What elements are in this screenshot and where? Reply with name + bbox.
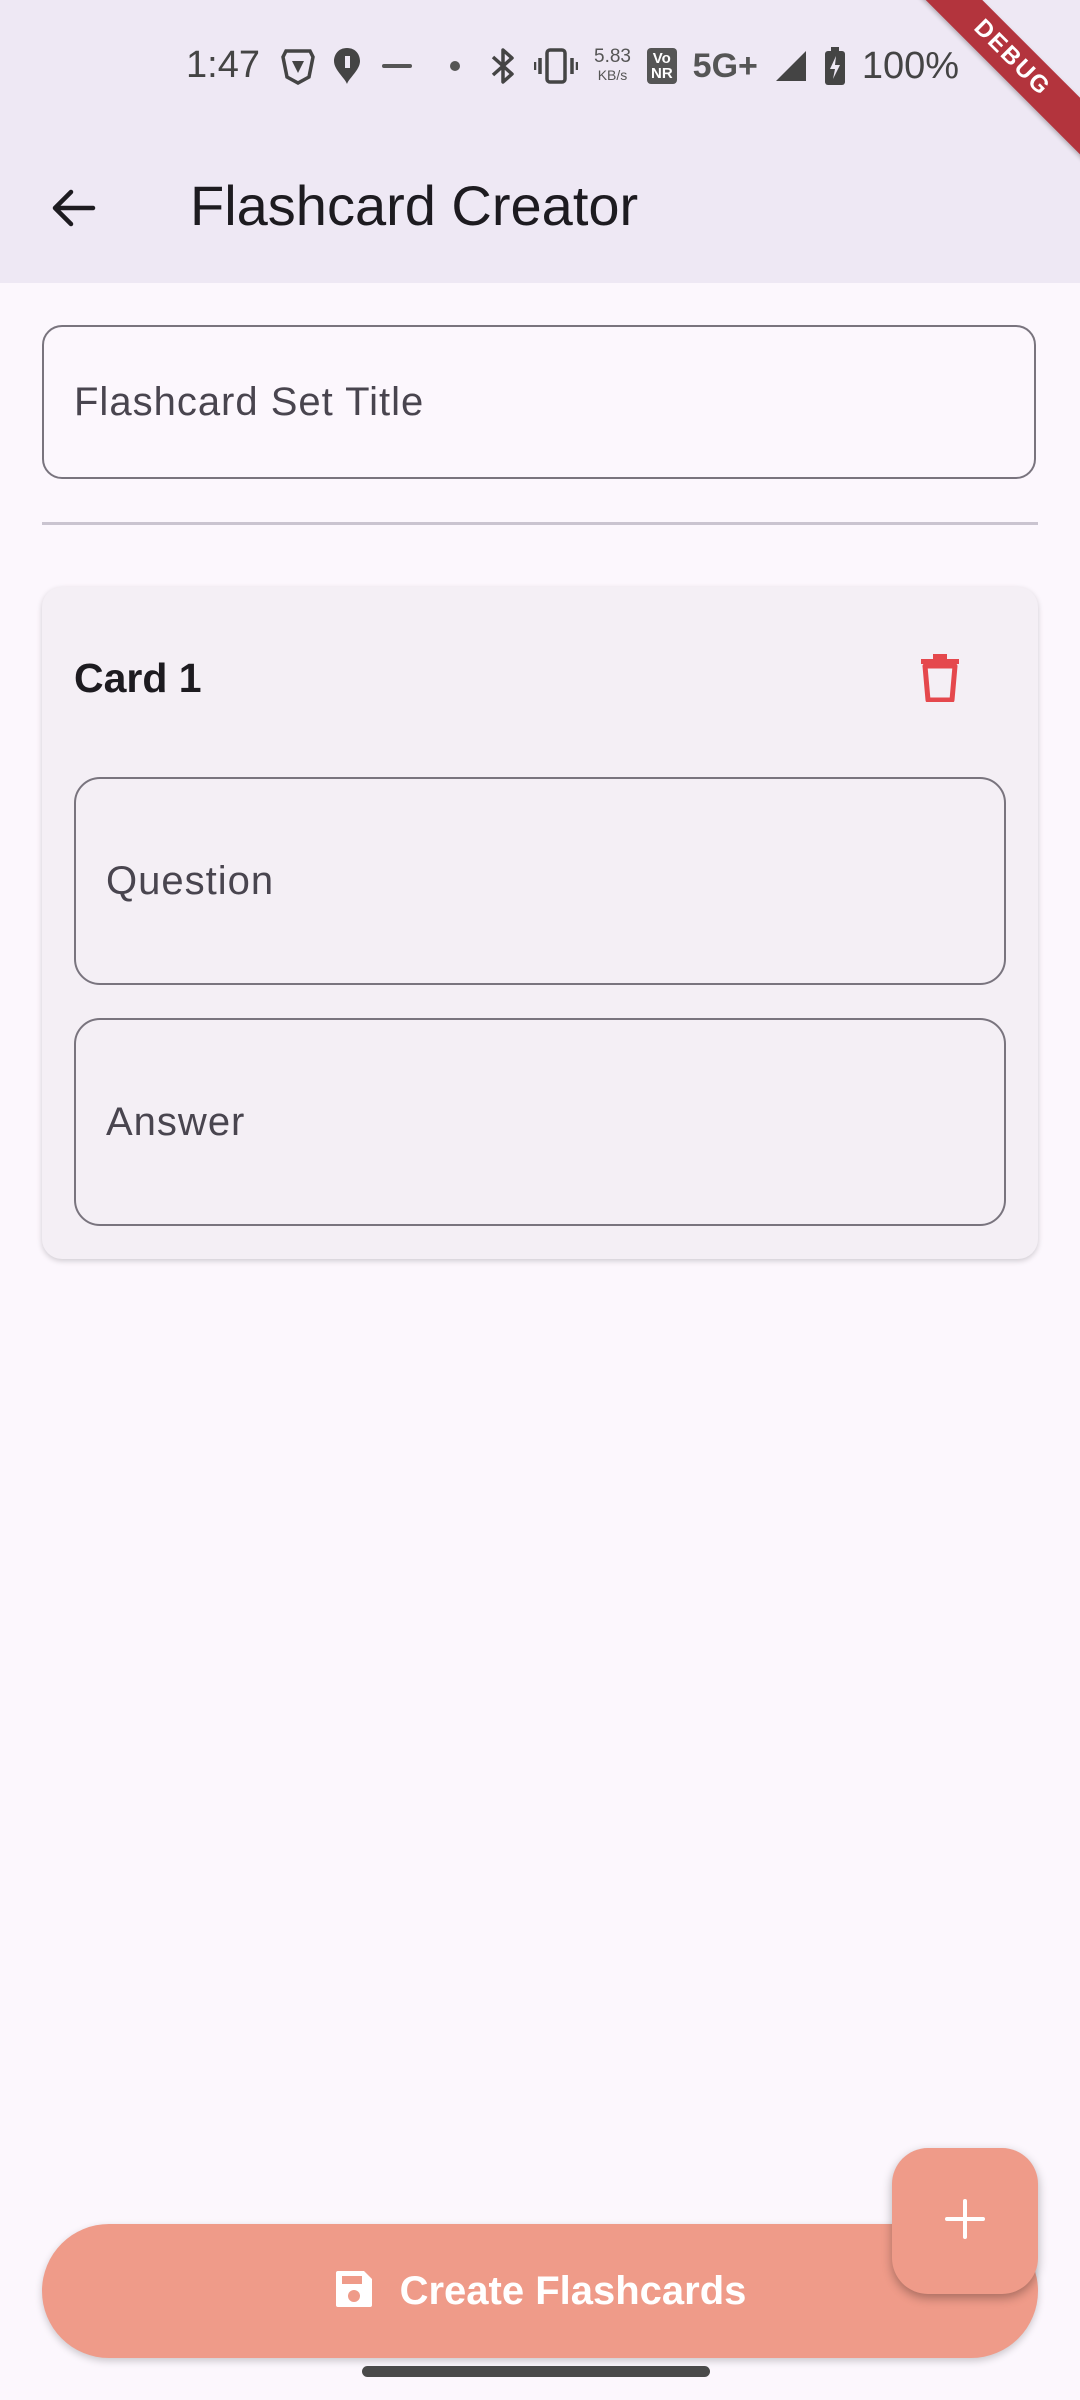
delete-card-button[interactable]	[892, 631, 988, 727]
trash-icon	[919, 652, 961, 707]
status-bar: 1:47 5.83 KB/s Vo NR 5G+ 100%	[0, 0, 1080, 135]
flashcard-card: Card 1	[42, 587, 1038, 1259]
set-title-field[interactable]	[42, 325, 1036, 479]
arrow-back-icon	[49, 184, 97, 237]
create-flashcards-button[interactable]: Create Flashcards	[42, 2224, 1038, 2358]
battery-charging-icon	[824, 46, 846, 86]
bluetooth-icon	[488, 46, 518, 86]
answer-field[interactable]	[74, 1018, 1006, 1226]
page-title: Flashcard Creator	[190, 174, 639, 237]
network-speed-unit: KB/s	[597, 67, 628, 83]
status-time: 1:47	[186, 44, 260, 86]
add-card-fab[interactable]	[892, 2148, 1038, 2294]
network-type: 5G+	[692, 46, 758, 85]
vibrate-icon	[534, 46, 578, 86]
app-bar: Flashcard Creator	[0, 135, 1080, 283]
save-icon	[334, 2269, 374, 2314]
rapido-icon	[378, 58, 422, 74]
divider	[42, 522, 1038, 525]
status-icons: 5.83 KB/s Vo NR 5G+ 100%	[280, 42, 959, 90]
battery-percent: 100%	[861, 44, 960, 87]
vonr-line2: NR	[650, 65, 673, 82]
plus-icon	[944, 2198, 986, 2245]
question-field[interactable]	[74, 777, 1006, 985]
network-speed: 5.83 KB/s	[594, 47, 631, 85]
gesture-navigation-bar[interactable]	[362, 2366, 710, 2377]
network-speed-value: 5.83	[594, 46, 631, 67]
signal-icon	[774, 49, 808, 83]
answer-input[interactable]	[76, 1020, 1004, 1224]
create-flashcards-label: Create Flashcards	[399, 2268, 747, 2313]
dot-icon	[438, 58, 472, 74]
question-input[interactable]	[76, 779, 1004, 983]
brave-icon	[280, 47, 316, 85]
vonr-badge: Vo NR	[646, 48, 677, 84]
swiggy-icon	[332, 46, 362, 86]
card-title: Card 1	[74, 655, 202, 701]
back-button[interactable]	[28, 165, 118, 255]
set-title-input[interactable]	[44, 327, 1034, 477]
